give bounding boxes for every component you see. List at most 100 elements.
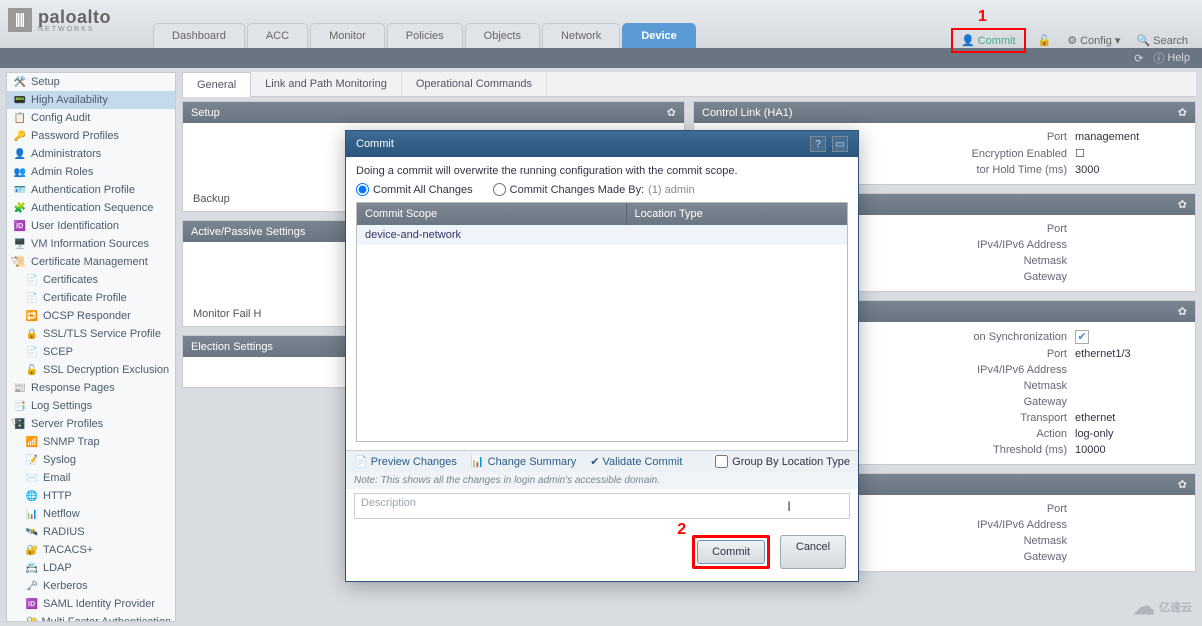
lock-icon[interactable]: 🔓	[1034, 32, 1056, 49]
table-header: Commit Scope Location Type	[357, 203, 847, 225]
sidebar-item-label: Email	[43, 472, 71, 484]
tab-objects[interactable]: Objects	[465, 23, 540, 48]
sidebar-item-setup[interactable]: 🛠️Setup	[7, 73, 175, 91]
search-button[interactable]: 🔍 Search	[1132, 32, 1192, 49]
kv-key: Port	[1047, 223, 1067, 235]
kv-key: Threshold (ms)	[993, 444, 1067, 456]
gear-icon[interactable]: ✿	[1178, 478, 1187, 491]
sidebar-item-server-profiles[interactable]: ▽🗄️Server Profiles	[7, 415, 175, 433]
sidebar-item-vm-information-sources[interactable]: 🖥️VM Information Sources	[7, 235, 175, 253]
gear-icon[interactable]: ✿	[667, 106, 676, 119]
dialog-collapse-icon[interactable]: ▭	[832, 136, 848, 152]
tree-icon: 📊	[25, 507, 39, 521]
tree-toggle-icon[interactable]: ▽	[11, 255, 18, 266]
chevron-down-icon: ▾	[1115, 34, 1121, 47]
gear-icon[interactable]: ✿	[1178, 305, 1187, 318]
sidebar-item-label: Password Profiles	[31, 130, 119, 142]
subtab-link-and-path-monitoring[interactable]: Link and Path Monitoring	[251, 72, 402, 96]
sidebar-item-log-settings[interactable]: 📑Log Settings	[7, 397, 175, 415]
sidebar-item-http[interactable]: 🌐HTTP	[7, 487, 175, 505]
table-row[interactable]: device-and-network	[357, 225, 847, 245]
subtab-operational-commands[interactable]: Operational Commands	[402, 72, 547, 96]
sidebar-item-label: Admin Roles	[31, 166, 93, 178]
tab-policies[interactable]: Policies	[387, 23, 463, 48]
sidebar-item-email[interactable]: ✉️Email	[7, 469, 175, 487]
sidebar-item-password-profiles[interactable]: 🔑Password Profiles	[7, 127, 175, 145]
sidebar-item-authentication-sequence[interactable]: 🧩Authentication Sequence	[7, 199, 175, 217]
refresh-icon[interactable]: ⟳	[1134, 52, 1143, 65]
config-menu[interactable]: ⚙ Config ▾	[1063, 32, 1124, 49]
sidebar-item-scep[interactable]: 📄SCEP	[7, 343, 175, 361]
tab-dashboard[interactable]: Dashboard	[153, 23, 245, 48]
kv-value: ☐	[1075, 147, 1185, 160]
text-cursor-icon: I	[787, 498, 791, 514]
dialog-help-icon[interactable]: ?	[810, 136, 826, 152]
sidebar-item-ldap[interactable]: 📇LDAP	[7, 559, 175, 577]
group-by-location[interactable]: Group By Location Type	[715, 455, 850, 468]
watermark: ☁ 亿速云	[1133, 594, 1192, 620]
sidebar-item-saml-identity-provider[interactable]: 🆔SAML Identity Provider	[7, 595, 175, 613]
tab-acc[interactable]: ACC	[247, 23, 308, 48]
group-by-checkbox[interactable]	[715, 455, 728, 468]
sidebar-item-netflow[interactable]: 📊 Netflow	[7, 505, 175, 523]
sidebar-item-radius[interactable]: 🛰️RADIUS	[7, 523, 175, 541]
commit-scope-table: Commit Scope Location Type device-and-ne…	[356, 202, 848, 442]
panel-title: Election Settings	[191, 341, 273, 353]
kv-value: ethernet	[1075, 412, 1185, 424]
change-summary-link[interactable]: 📊Change Summary	[471, 455, 576, 468]
sidebar-item-high-availability[interactable]: 📟High Availability	[7, 91, 175, 109]
sidebar-item-snmp-trap[interactable]: 📶SNMP Trap	[7, 433, 175, 451]
gear-icon[interactable]: ✿	[1178, 106, 1187, 119]
sidebar-item-administrators[interactable]: 👤Administrators	[7, 145, 175, 163]
radio-by-input[interactable]	[493, 183, 506, 196]
sidebar-item-user-identification[interactable]: 🆔User Identification	[7, 217, 175, 235]
commit-dialog: Commit ? ▭ Doing a commit will overwrite…	[345, 130, 859, 582]
sidebar-item-label: Certificate Profile	[43, 292, 127, 304]
brand-logo: ⫿⫿ paloalto NETWORKS	[0, 0, 123, 48]
tree-toggle-icon[interactable]: ▽	[11, 417, 18, 428]
sidebar-item-admin-roles[interactable]: 👥Admin Roles	[7, 163, 175, 181]
sidebar-item-config-audit[interactable]: 📋Config Audit	[7, 109, 175, 127]
sidebar-item-multi-factor-authentication[interactable]: 🔐Multi Factor Authentication	[7, 613, 175, 622]
dialog-header: Commit ? ▭	[346, 131, 858, 157]
dialog-title: Commit	[356, 138, 394, 150]
radio-all-changes[interactable]: Commit All Changes	[356, 183, 473, 196]
subtab-general[interactable]: General	[182, 72, 251, 97]
radio-all-input[interactable]	[356, 183, 369, 196]
tree-icon: 📟	[13, 93, 27, 107]
validate-commit-link[interactable]: ✔Validate Commit	[590, 455, 682, 468]
sidebar-item-certificate-profile[interactable]: 📄Certificate Profile	[7, 289, 175, 307]
tab-device[interactable]: Device	[622, 23, 695, 48]
sidebar-item-label: Netflow	[43, 508, 80, 520]
sidebar-item-ocsp-responder[interactable]: 🔁OCSP Responder	[7, 307, 175, 325]
sidebar-item-label: SSL Decryption Exclusion	[43, 364, 169, 376]
radio-made-by[interactable]: Commit Changes Made By: (1) admin	[493, 183, 695, 196]
search-label: Search	[1153, 35, 1188, 47]
sidebar-item-authentication-profile[interactable]: 🪪Authentication Profile	[7, 181, 175, 199]
summary-icon: 📊	[471, 455, 485, 468]
sidebar-item-label: SCEP	[43, 346, 73, 358]
sidebar-item-label: VM Information Sources	[31, 238, 149, 250]
dialog-commit-button[interactable]: Commit	[697, 540, 765, 564]
sidebar-item-syslog[interactable]: 📝Syslog	[7, 451, 175, 469]
commit-scope-radios: Commit All Changes Commit Changes Made B…	[356, 183, 848, 196]
gear-icon[interactable]: ✿	[1178, 198, 1187, 211]
sidebar-item-certificates[interactable]: 📄Certificates	[7, 271, 175, 289]
sidebar-item-ssl-decryption-exclusion[interactable]: 🔓SSL Decryption Exclusion	[7, 361, 175, 379]
tab-monitor[interactable]: Monitor	[310, 23, 385, 48]
th-location: Location Type	[627, 203, 848, 225]
kv-value: log-only	[1075, 428, 1185, 440]
sidebar-item-label: Log Settings	[31, 400, 92, 412]
commit-button[interactable]: 👤 Commit	[951, 28, 1026, 53]
sidebar-item-response-pages[interactable]: 📰Response Pages	[7, 379, 175, 397]
sidebar-item-certificate-management[interactable]: ▽📜Certificate Management	[7, 253, 175, 271]
description-input[interactable]: Description I	[354, 493, 850, 519]
sidebar-item-ssl-tls-service-profile[interactable]: 🔒SSL/TLS Service Profile	[7, 325, 175, 343]
dialog-cancel-button[interactable]: Cancel	[780, 535, 846, 569]
tab-network[interactable]: Network	[542, 23, 620, 48]
dialog-footer: 2 Commit Cancel	[346, 527, 858, 581]
sidebar-item-kerberos[interactable]: 🗝️Kerberos	[7, 577, 175, 595]
sidebar-item-tacacs-[interactable]: 🔐TACACS+	[7, 541, 175, 559]
preview-changes-link[interactable]: 📄Preview Changes	[354, 455, 457, 468]
sidebar-item-label: Certificate Management	[31, 256, 148, 268]
